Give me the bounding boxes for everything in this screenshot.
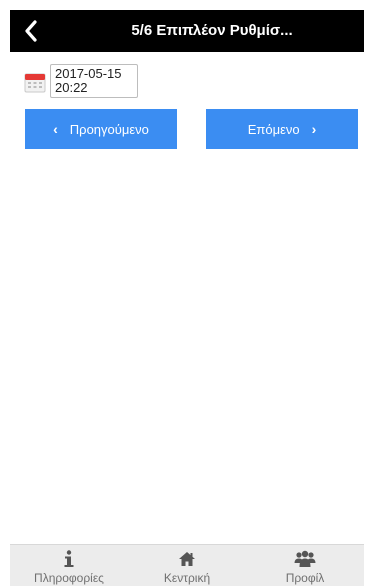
time-value: 20:22 (55, 80, 88, 95)
tab-info[interactable]: Πληροφορίες (10, 545, 128, 586)
tab-home[interactable]: Κεντρική (128, 545, 246, 586)
bottom-nav: Πληροφορίες Κεντρική Προφίλ (10, 544, 364, 586)
home-icon (178, 550, 196, 568)
chevron-right-icon: › (311, 121, 317, 137)
page-title: 5/6 Επιπλέον Ρυθμίσ... (131, 22, 293, 39)
tab-profile-label: Προφίλ (285, 571, 325, 585)
next-label: Επόμενο (247, 121, 300, 137)
tab-info-label: Πληροφορίες (34, 571, 104, 585)
tab-profile[interactable]: Προφίλ (246, 545, 364, 586)
date-value: 2017-05-15 (55, 66, 122, 81)
chevron-left-icon: ‹ (53, 121, 58, 137)
previous-label: Προηγούμενο (69, 121, 149, 137)
calendar-icon (24, 73, 46, 93)
next-button[interactable]: Επόμενο › (206, 109, 358, 149)
chevron-left-icon (25, 20, 37, 42)
info-icon (63, 550, 75, 568)
datetime-field[interactable]: 2017-05-15 20:22 (50, 64, 138, 98)
previous-button[interactable]: ‹ Προηγούμενο (25, 109, 177, 149)
back-button[interactable] (18, 18, 44, 44)
datetime-row: 2017-05-15 20:22 (24, 64, 138, 102)
header-bar: 5/6 Επιπλέον Ρυθμίσ... (10, 10, 364, 52)
users-icon (294, 550, 316, 568)
tab-home-label: Κεντρική (163, 571, 211, 585)
